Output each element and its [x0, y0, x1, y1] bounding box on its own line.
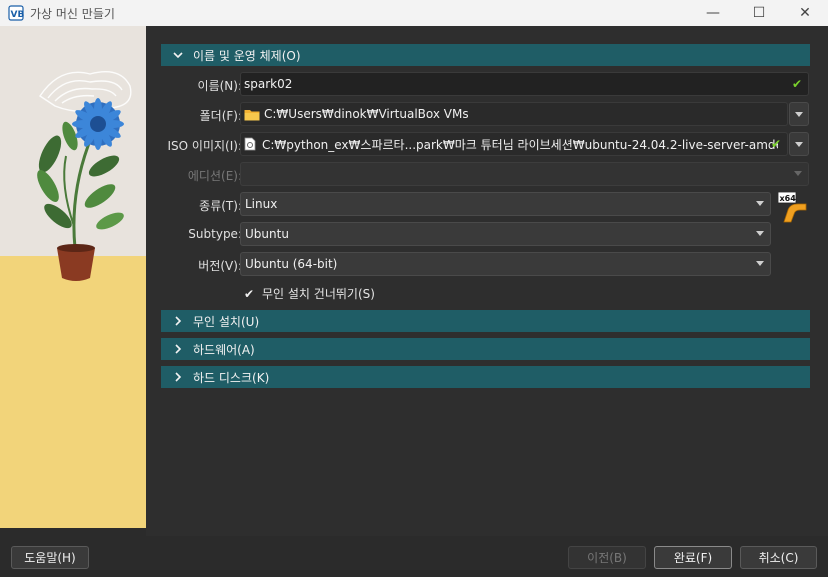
name-value: spark02	[244, 77, 293, 91]
window-title: 가상 머신 만들기	[30, 6, 115, 21]
edition-label: 에디션(E):	[187, 169, 242, 183]
folder-value: C:₩Users₩dinok₩VirtualBox VMs	[264, 107, 469, 121]
name-label: 이름(N):	[197, 79, 242, 93]
close-button[interactable]: ✕	[782, 0, 828, 26]
section-name-os[interactable]: 이름 및 운영 체제(O)	[161, 44, 810, 66]
version-label: 버전(V):	[198, 259, 242, 273]
section-disk[interactable]: 하드 디스크(K)	[161, 366, 810, 388]
subtype-select[interactable]: Ubuntu	[240, 222, 771, 246]
version-value: Ubuntu (64-bit)	[245, 257, 338, 271]
chevron-down-icon	[795, 112, 803, 117]
help-button[interactable]: 도움말(H)	[11, 546, 89, 569]
folder-label: 폴더(F):	[199, 109, 242, 123]
edition-select[interactable]	[240, 162, 809, 186]
button-bar: 도움말(H) 이전(B) 완료(F) 취소(C)	[0, 536, 828, 577]
svg-text:VB: VB	[11, 10, 25, 20]
name-field[interactable]: spark02 ✔	[240, 72, 809, 96]
os-type-icon: x64	[778, 192, 807, 223]
minimize-button[interactable]: —	[690, 0, 736, 26]
wizard-illustration	[0, 26, 146, 528]
section-hardware[interactable]: 하드웨어(A)	[161, 338, 810, 360]
disc-image-icon	[244, 137, 256, 151]
version-select[interactable]: Ubuntu (64-bit)	[240, 252, 771, 276]
chevron-right-icon	[169, 312, 187, 330]
chevron-down-icon	[756, 261, 764, 266]
type-select[interactable]: Linux	[240, 192, 771, 216]
section-hardware-label: 하드웨어(A)	[193, 342, 255, 357]
chevron-down-icon	[756, 231, 764, 236]
skip-unattended-label: 무인 설치 건너뛰기(S)	[262, 287, 375, 301]
maximize-button[interactable]: ☐	[736, 0, 782, 26]
virtualbox-app-icon: VB	[8, 5, 24, 21]
chevron-down-icon	[794, 171, 802, 176]
os-badge-text: x64	[780, 194, 797, 203]
chevron-down-icon	[795, 142, 803, 147]
section-disk-label: 하드 디스크(K)	[193, 370, 270, 385]
skip-unattended-checkbox[interactable]: ✔	[242, 287, 256, 301]
cancel-button[interactable]: 취소(C)	[740, 546, 817, 569]
folder-icon	[244, 109, 260, 120]
type-label: 종류(T):	[199, 199, 242, 213]
iso-dropdown-button[interactable]	[789, 132, 809, 156]
title-bar: VB 가상 머신 만들기 — ☐ ✕	[0, 0, 828, 26]
type-value: Linux	[245, 197, 278, 211]
iso-label: ISO 이미지(I):	[167, 139, 242, 153]
subtype-value: Ubuntu	[245, 227, 289, 241]
plant-illustration	[0, 26, 146, 528]
chevron-right-icon	[169, 368, 187, 386]
chevron-right-icon	[169, 340, 187, 358]
chevron-down-icon	[169, 46, 187, 64]
subtype-label: Subtype:	[188, 227, 242, 241]
main-panel: 이름 및 운영 체제(O) 이름(N): spark02 ✔ 폴더(F): C:…	[146, 26, 828, 536]
skip-unattended-checkbox-row[interactable]: ✔ 무인 설치 건너뛰기(S)	[242, 285, 375, 302]
finish-button[interactable]: 완료(F)	[654, 546, 732, 569]
folder-dropdown-button[interactable]	[789, 102, 809, 126]
back-button[interactable]: 이전(B)	[568, 546, 646, 569]
section-name-os-label: 이름 및 운영 체제(O)	[193, 48, 301, 63]
valid-check-icon: ✔	[770, 137, 781, 151]
iso-value: C:₩python_ex₩스파르타...park₩마크 튜터님 라이브세션₩ub…	[262, 137, 778, 152]
folder-field[interactable]: C:₩Users₩dinok₩VirtualBox VMs	[240, 102, 788, 126]
chevron-down-icon	[756, 201, 764, 206]
iso-field[interactable]: C:₩python_ex₩스파르타...park₩마크 튜터님 라이브세션₩ub…	[240, 132, 788, 156]
section-unattended-label: 무인 설치(U)	[193, 314, 260, 329]
section-unattended[interactable]: 무인 설치(U)	[161, 310, 810, 332]
valid-check-icon: ✔	[791, 77, 802, 91]
